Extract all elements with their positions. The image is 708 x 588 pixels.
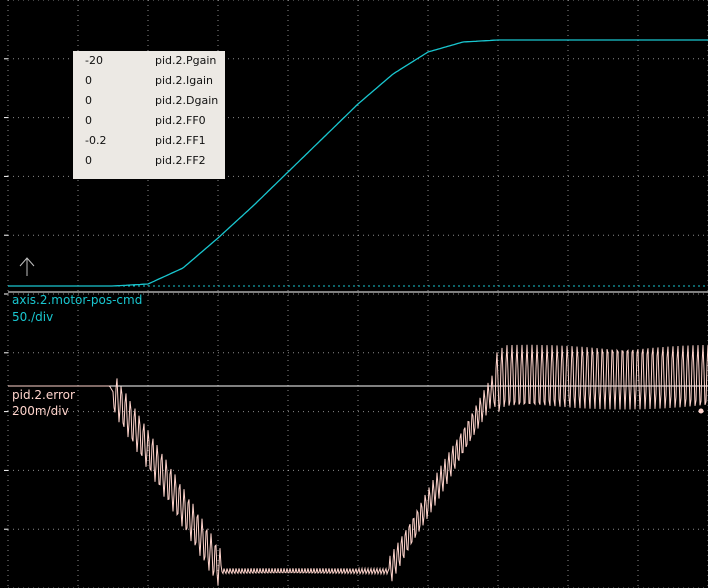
parameter-row: 0 pid.2.Igain [73,71,225,91]
parameter-value: 0 [85,94,92,107]
channel-1-name: axis.2.motor-pos-cmd [12,293,143,307]
parameter-name: pid.2.Dgain [155,94,219,107]
parameter-value: -0.2 [85,134,107,147]
parameter-name: pid.2.FF1 [155,134,206,147]
parameter-row: -0.2 pid.2.FF1 [73,131,225,151]
channel-2-scale: 200m/div [12,404,69,418]
channel-1-scale: 50./div [12,310,54,324]
trace-end-marker [698,408,704,414]
parameter-name: pid.2.FF0 [155,114,206,127]
parameter-row: -20 pid.2.Pgain [73,51,225,71]
parameter-value: 0 [85,114,92,127]
parameter-row: 0 pid.2.FF2 [73,151,225,171]
channel-2-name: pid.2.error [12,388,75,402]
parameter-value: -20 [85,54,103,67]
parameter-name: pid.2.FF2 [155,154,206,167]
parameter-panel: -20 pid.2.Pgain 0 pid.2.Igain 0 pid.2.Dg… [73,51,225,179]
parameter-row: 0 pid.2.FF0 [73,111,225,131]
parameter-name: pid.2.Igain [155,74,214,87]
parameter-name: pid.2.Pgain [155,54,217,67]
parameter-value: 0 [85,154,92,167]
parameter-value: 0 [85,74,92,87]
parameter-row: 0 pid.2.Dgain [73,91,225,111]
